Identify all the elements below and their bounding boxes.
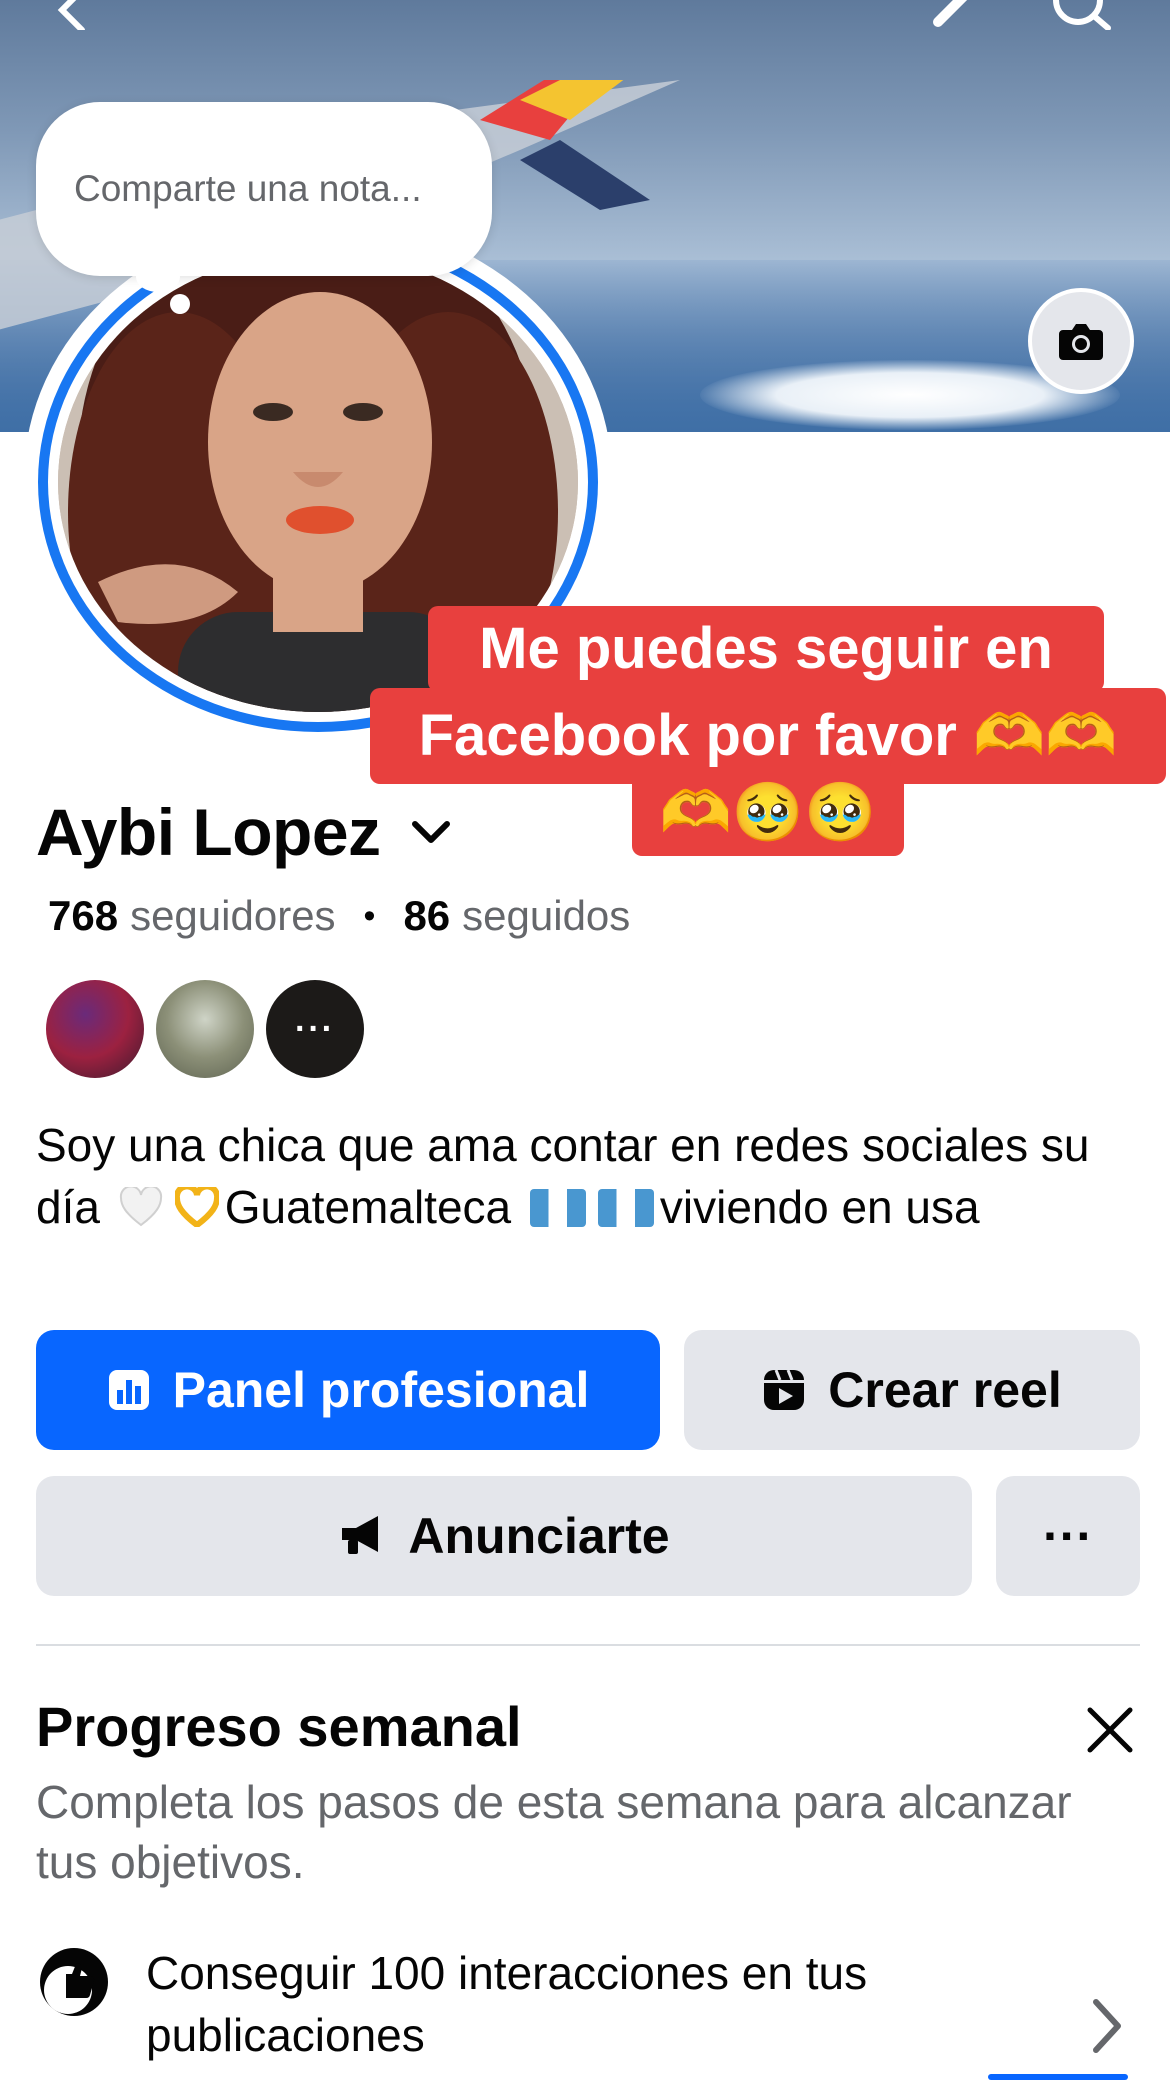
weekly-progress-title: Progreso semanal <box>36 1695 522 1758</box>
followers-count[interactable]: 768 <box>48 892 118 940</box>
profile-bio: Soy una chica que ama contar en redes so… <box>36 1114 1146 1238</box>
professional-dashboard-label: Panel profesional <box>172 1362 590 1418</box>
guatemala-flag-icon <box>597 1189 654 1227</box>
edit-icon[interactable] <box>924 0 984 30</box>
advertise-button[interactable]: Anunciarte <box>36 1476 972 1596</box>
guatemala-flag-icon <box>529 1189 586 1227</box>
chart-icon <box>108 1370 149 1410</box>
heart-hands-icon <box>174 1187 219 1227</box>
note-tail-dot-small <box>170 294 190 314</box>
thumbs-up-icon <box>40 1948 108 2016</box>
close-icon[interactable] <box>1084 1704 1136 1756</box>
caption-line-1: Me puedes seguir en <box>428 606 1104 692</box>
followers-label[interactable]: seguidores <box>130 892 335 940</box>
progress-indicator <box>988 2074 1128 2080</box>
white-heart-icon <box>119 1187 162 1227</box>
following-label[interactable]: seguidos <box>462 892 630 940</box>
more-icon: ··· <box>1043 1508 1093 1564</box>
edit-cover-button[interactable] <box>1028 288 1134 394</box>
create-reel-button[interactable]: Crear reel <box>684 1330 1140 1450</box>
section-divider <box>36 1644 1140 1646</box>
note-tail-dot <box>136 262 180 292</box>
professional-dashboard-button[interactable]: Panel profesional <box>36 1330 660 1450</box>
friend-avatar[interactable] <box>156 980 254 1078</box>
advertise-label: Anunciarte <box>408 1508 670 1564</box>
note-placeholder: Comparte una nota... <box>74 168 422 209</box>
note-bubble[interactable]: Comparte una nota... <box>36 102 492 276</box>
bio-text-3: viviendo en usa <box>659 1181 980 1233</box>
more-friends-button[interactable]: ··· <box>266 980 364 1078</box>
chevron-right-icon[interactable] <box>1086 1996 1126 2056</box>
weekly-progress-subtitle: Completa los pasos de esta semana para a… <box>36 1776 1072 1888</box>
chevron-down-icon[interactable] <box>405 806 457 858</box>
weekly-task[interactable]: Conseguir 100 interacciones en tus publi… <box>146 1942 1046 2066</box>
back-icon[interactable] <box>40 0 100 30</box>
megaphone-icon <box>342 1516 379 1554</box>
separator-dot: • <box>363 896 376 935</box>
more-friends-label: ··· <box>295 1009 335 1048</box>
more-options-button[interactable]: ··· <box>996 1476 1140 1596</box>
profile-name-row[interactable]: Aybi Lopez <box>36 794 457 870</box>
camera-icon <box>1059 324 1103 360</box>
friends-preview: ··· <box>46 980 376 1078</box>
create-reel-label: Crear reel <box>828 1362 1062 1418</box>
profile-name: Aybi Lopez <box>36 795 381 869</box>
caption-line-3: 🫶🥹🥹 <box>632 770 904 856</box>
follow-stats: 768 seguidores • 86 seguidos <box>48 892 630 940</box>
reel-icon <box>764 1369 805 1410</box>
following-count[interactable]: 86 <box>403 892 450 940</box>
search-icon[interactable] <box>1052 0 1112 30</box>
bio-text-2: Guatemalteca <box>224 1181 512 1233</box>
friend-avatar[interactable] <box>46 980 144 1078</box>
